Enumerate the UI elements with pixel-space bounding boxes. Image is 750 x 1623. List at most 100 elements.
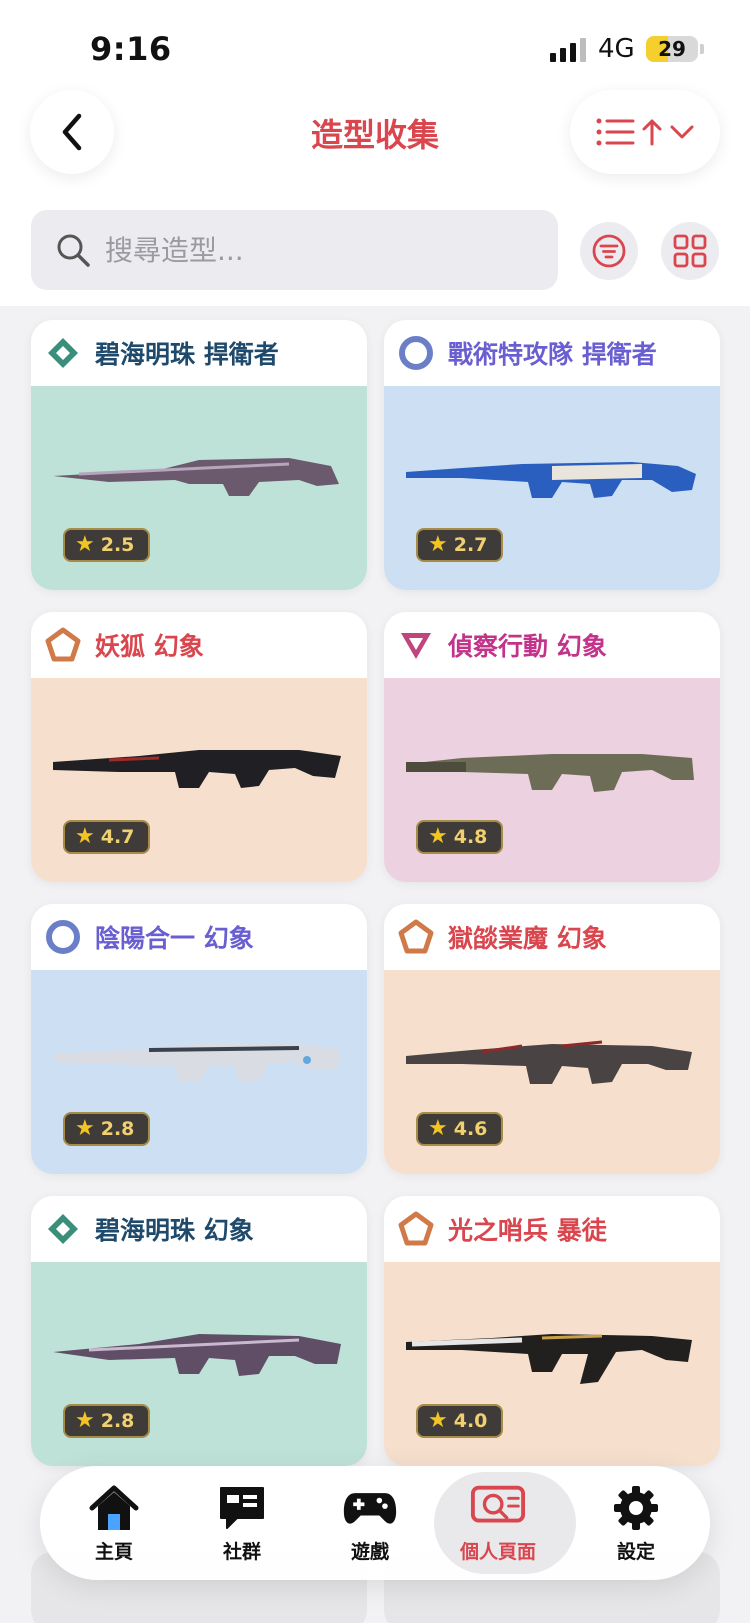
status-time: 9:16 bbox=[90, 30, 172, 68]
bottom-nav: 主頁 社群 遊戲 個人頁面 設定 bbox=[40, 1466, 710, 1580]
list-icon bbox=[596, 118, 635, 146]
nav-item-settings[interactable]: 設定 bbox=[572, 1466, 700, 1580]
search-icon bbox=[57, 234, 90, 267]
rating-badge: ★ 2.8 bbox=[63, 1404, 151, 1438]
star-icon: ★ bbox=[428, 1116, 448, 1141]
skin-name: 陰陽合一 幻象 bbox=[95, 924, 254, 953]
card-header: 碧海明珠 幻象 bbox=[31, 1196, 367, 1262]
rating-badge: ★ 2.7 bbox=[416, 528, 504, 562]
status-bar: 9:16 4G 29 bbox=[0, 0, 750, 90]
card-body: ★ 2.8 bbox=[31, 970, 367, 1174]
gear-icon bbox=[608, 1483, 664, 1533]
card-body: ★ 2.7 bbox=[384, 386, 720, 590]
skin-card[interactable]: 碧海明珠 幻象 ★ 2.8 bbox=[31, 1196, 367, 1466]
nav-label: 主頁 bbox=[94, 1540, 133, 1563]
star-icon: ★ bbox=[75, 1116, 95, 1141]
grid-icon bbox=[673, 234, 707, 268]
skin-name: 獄燄業魔 幻象 bbox=[448, 924, 607, 953]
pentagon-tier-icon bbox=[398, 919, 434, 955]
weapon-image bbox=[406, 754, 694, 792]
card-body: ★ 4.6 bbox=[384, 970, 720, 1174]
nav-item-profile[interactable]: 個人頁面 bbox=[434, 1466, 576, 1580]
card-header: 陰陽合一 幻象 bbox=[31, 904, 367, 970]
card-header: 偵察行動 幻象 bbox=[384, 612, 720, 678]
star-icon: ★ bbox=[75, 1408, 95, 1433]
rating-badge: ★ 2.8 bbox=[63, 1112, 151, 1146]
skin-card[interactable]: 妖狐 幻象 ★ 4.7 bbox=[31, 612, 367, 882]
card-header: 戰術特攻隊 捍衛者 bbox=[384, 320, 720, 386]
nav-item-community[interactable]: 社群 bbox=[178, 1466, 306, 1580]
skin-name: 光之哨兵 暴徒 bbox=[448, 1216, 607, 1245]
weapon-image bbox=[53, 1334, 341, 1376]
gamepad-icon bbox=[342, 1483, 398, 1533]
skin-card[interactable]: 偵察行動 幻象 ★ 4.8 bbox=[384, 612, 720, 882]
skin-name: 戰術特攻隊 捍衛者 bbox=[448, 340, 657, 369]
filter-button[interactable] bbox=[580, 222, 638, 280]
nav-label: 個人頁面 bbox=[459, 1540, 536, 1563]
search-input[interactable] bbox=[105, 233, 505, 267]
arrow-up-icon bbox=[642, 119, 662, 146]
star-icon: ★ bbox=[428, 824, 448, 849]
card-body: ★ 2.8 bbox=[31, 1262, 367, 1466]
card-body: ★ 4.8 bbox=[384, 678, 720, 882]
diamond-tier-icon bbox=[45, 335, 81, 371]
rating-badge: ★ 4.0 bbox=[416, 1404, 504, 1438]
pentagon-tier-icon bbox=[45, 627, 81, 663]
nav-label: 社群 bbox=[222, 1540, 261, 1563]
pentagon-tier-icon bbox=[398, 1211, 434, 1247]
battery-icon: 29 bbox=[646, 36, 698, 62]
rating-value: 2.5 bbox=[100, 534, 135, 556]
star-icon: ★ bbox=[75, 824, 95, 849]
sort-button[interactable] bbox=[570, 90, 720, 174]
star-icon: ★ bbox=[428, 1408, 448, 1433]
skin-name: 妖狐 幻象 bbox=[95, 632, 204, 661]
rating-value: 4.6 bbox=[453, 1118, 488, 1140]
grid-view-button[interactable] bbox=[661, 222, 719, 280]
circle-tier-icon bbox=[398, 335, 434, 371]
weapon-image bbox=[406, 462, 696, 498]
nav-item-games[interactable]: 遊戲 bbox=[306, 1466, 434, 1580]
rating-badge: ★ 4.6 bbox=[416, 1112, 504, 1146]
rating-value: 4.7 bbox=[100, 826, 135, 848]
rating-value: 2.8 bbox=[100, 1410, 135, 1432]
search-box[interactable] bbox=[31, 210, 558, 290]
rating-badge: ★ 2.5 bbox=[63, 528, 151, 562]
skin-name: 碧海明珠 捍衛者 bbox=[95, 340, 279, 369]
nav-item-home[interactable]: 主頁 bbox=[50, 1466, 178, 1580]
battery-cap bbox=[700, 44, 704, 54]
skin-card[interactable]: 陰陽合一 幻象 ★ 2.8 bbox=[31, 904, 367, 1174]
rating-badge: ★ 4.8 bbox=[416, 820, 504, 854]
card-body: ★ 4.0 bbox=[384, 1262, 720, 1466]
star-icon: ★ bbox=[75, 532, 95, 557]
rating-badge: ★ 4.7 bbox=[63, 820, 151, 854]
circle-tier-icon bbox=[45, 919, 81, 955]
card-header: 妖狐 幻象 bbox=[31, 612, 367, 678]
card-body: ★ 2.5 bbox=[31, 386, 367, 590]
weapon-image bbox=[406, 1334, 692, 1384]
card-header: 光之哨兵 暴徒 bbox=[384, 1196, 720, 1262]
skin-card[interactable]: 光之哨兵 暴徒 ★ 4.0 bbox=[384, 1196, 720, 1466]
skin-card[interactable]: 獄燄業魔 幻象 ★ 4.6 bbox=[384, 904, 720, 1174]
home-icon bbox=[86, 1483, 142, 1533]
chevron-down-icon bbox=[670, 125, 694, 139]
skin-name: 偵察行動 幻象 bbox=[448, 632, 607, 661]
card-body: ★ 4.7 bbox=[31, 678, 367, 882]
card-header: 碧海明珠 捍衛者 bbox=[31, 320, 367, 386]
chat-icon bbox=[214, 1483, 270, 1533]
rating-value: 4.0 bbox=[453, 1410, 488, 1432]
rating-value: 2.8 bbox=[100, 1118, 135, 1140]
profile-search-icon bbox=[470, 1483, 526, 1533]
weapon-image bbox=[406, 1040, 692, 1084]
triangle-tier-icon bbox=[398, 627, 434, 663]
skin-card[interactable]: 碧海明珠 捍衛者 ★ 2.5 bbox=[31, 320, 367, 590]
network-type: 4G bbox=[598, 34, 635, 64]
star-icon: ★ bbox=[428, 532, 448, 557]
skin-name: 碧海明珠 幻象 bbox=[95, 1216, 254, 1245]
nav-label: 遊戲 bbox=[350, 1540, 389, 1563]
skin-card[interactable]: 戰術特攻隊 捍衛者 ★ 2.7 bbox=[384, 320, 720, 590]
rating-value: 4.8 bbox=[453, 826, 488, 848]
weapon-image bbox=[53, 750, 341, 788]
weapon-image bbox=[53, 458, 339, 496]
rating-value: 2.7 bbox=[453, 534, 488, 556]
nav-label: 設定 bbox=[616, 1540, 655, 1563]
